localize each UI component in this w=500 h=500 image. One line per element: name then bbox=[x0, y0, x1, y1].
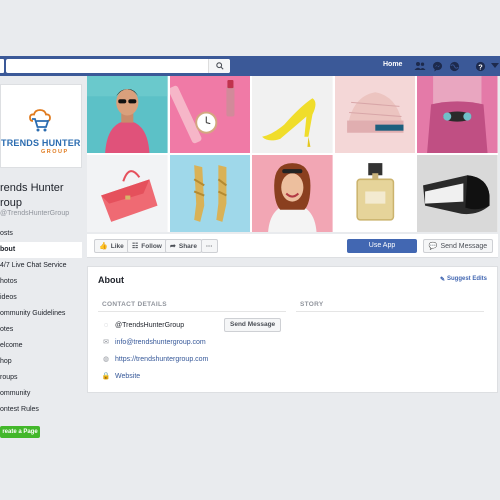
nav-item-about[interactable]: bout bbox=[0, 242, 82, 258]
nav-item-welcome[interactable]: elcome bbox=[0, 338, 82, 354]
cover-tile-smiling-woman bbox=[252, 155, 333, 232]
divider bbox=[98, 311, 286, 312]
profile-picture[interactable]: TRENDS HUNTER GROUP bbox=[0, 84, 82, 168]
share-button[interactable]: ➦ Share bbox=[165, 239, 202, 253]
messenger-bubble-icon: 💬 bbox=[428, 243, 438, 250]
facebook-logo-icon[interactable] bbox=[0, 59, 4, 73]
cover-tile-perfume-bottle bbox=[334, 155, 416, 232]
email-row[interactable]: ✉ info@trendshuntergroup.com bbox=[102, 338, 206, 347]
messenger-icon[interactable] bbox=[430, 59, 444, 73]
nav-item-shop[interactable]: hop bbox=[0, 354, 82, 370]
follow-button[interactable]: ☷ Follow bbox=[127, 239, 167, 253]
page-action-bar: 👍 Like ☷ Follow ➦ Share ··· Use App 💬 Send … bbox=[87, 234, 498, 258]
about-title: About bbox=[98, 275, 124, 285]
nav-item-posts[interactable]: osts bbox=[0, 226, 82, 242]
logo-subtext: GROUP bbox=[41, 149, 69, 155]
globe-icon[interactable] bbox=[447, 59, 461, 73]
help-icon[interactable]: ? bbox=[473, 59, 487, 73]
nav-item-community[interactable]: ommunity bbox=[0, 386, 82, 402]
website-row[interactable]: 🔒 Website bbox=[101, 372, 141, 381]
cover-tile-pink-handbag bbox=[87, 155, 168, 232]
facebook-page: Home ? TRENDS HUNTER GROUP rends Hunter … bbox=[0, 0, 500, 500]
search-input[interactable] bbox=[6, 59, 230, 73]
envelope-icon: ✉ bbox=[103, 339, 109, 346]
send-message-button[interactable]: 💬 Send Message bbox=[423, 239, 493, 253]
cover-tile-wrist-watch bbox=[169, 76, 251, 153]
divider bbox=[296, 311, 484, 312]
home-link[interactable]: Home bbox=[383, 61, 402, 68]
cover-tile-gold-sandals bbox=[169, 155, 251, 232]
contact-send-message-button[interactable]: Send Message bbox=[224, 318, 282, 332]
rss-icon: ☷ bbox=[132, 243, 139, 250]
like-button[interactable]: 👍 Like bbox=[94, 239, 129, 253]
nav-item-groups[interactable]: roups bbox=[0, 370, 82, 386]
search-button[interactable] bbox=[208, 59, 230, 73]
top-bar: Home ? bbox=[0, 56, 500, 76]
nav-item-community-guidelines[interactable]: ommunity Guidelines bbox=[0, 306, 82, 322]
suggest-edits-link[interactable]: ✎ Suggest Edits bbox=[440, 276, 487, 283]
page-nav-list: osts bout 4/7 Live Chat Service hotos id… bbox=[0, 226, 82, 418]
use-app-button[interactable]: Use App bbox=[347, 239, 417, 253]
share-arrow-icon: ➦ bbox=[170, 243, 176, 250]
cover-photo[interactable] bbox=[87, 76, 498, 232]
left-navigation: TRENDS HUNTER GROUP rends Hunter roup @T… bbox=[0, 76, 86, 500]
more-options-button[interactable]: ··· bbox=[201, 239, 218, 253]
cover-tile-knit-hat bbox=[334, 76, 416, 153]
cart-cloud-icon bbox=[29, 109, 51, 132]
nav-item-notes[interactable]: otes bbox=[0, 322, 82, 338]
lock-icon: 🔒 bbox=[101, 373, 111, 380]
about-card: About ✎ Suggest Edits CONTACT DETAILS STO… bbox=[87, 266, 498, 393]
nav-item-live-chat[interactable]: 4/7 Live Chat Service bbox=[0, 258, 82, 274]
nav-item-videos[interactable]: ideos bbox=[0, 290, 82, 306]
website-url-row[interactable]: ◍ https://trendshuntergroup.com bbox=[102, 355, 208, 364]
cover-tile-vr-headset bbox=[417, 155, 498, 232]
story-header: STORY bbox=[300, 301, 324, 308]
svg-text:?: ? bbox=[478, 62, 483, 71]
cover-tile-woman-pink-top bbox=[417, 76, 498, 153]
contact-details-header: CONTACT DETAILS bbox=[102, 301, 167, 308]
thumbs-up-icon: 👍 bbox=[99, 243, 108, 250]
nav-item-photos[interactable]: hotos bbox=[0, 274, 82, 290]
messenger-row: ◌ @TrendsHunterGroup bbox=[103, 321, 185, 329]
page-handle[interactable]: @TrendsHunterGroup bbox=[0, 210, 69, 217]
cover-tile-man-sunglasses bbox=[87, 76, 168, 153]
globe-icon: ◍ bbox=[102, 356, 110, 363]
pencil-icon: ✎ bbox=[439, 277, 445, 283]
page-title[interactable]: rends Hunter roup bbox=[0, 181, 84, 211]
create-page-button[interactable]: reate a Page bbox=[0, 426, 40, 438]
messenger-icon: ◌ bbox=[103, 321, 109, 329]
search-icon bbox=[215, 62, 224, 70]
friends-icon[interactable] bbox=[413, 59, 427, 73]
cover-tile-yellow-heels bbox=[252, 76, 333, 153]
logo-text: TRENDS HUNTER bbox=[1, 138, 81, 148]
nav-item-contest-rules[interactable]: ontest Rules bbox=[0, 402, 82, 418]
caret-icon[interactable] bbox=[488, 59, 500, 73]
